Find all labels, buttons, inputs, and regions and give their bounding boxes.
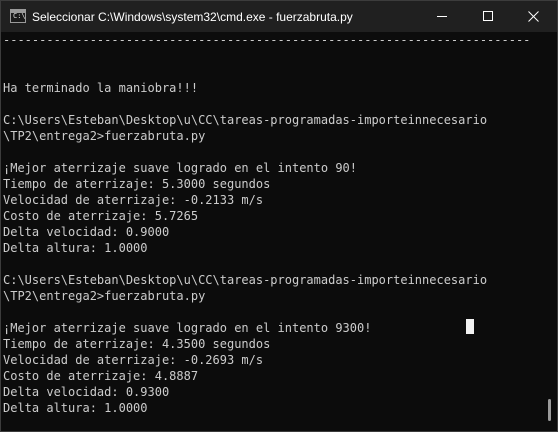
title-bar[interactable]: C:\ Seleccionar C:\Windows\system32\cmd.… (1, 1, 557, 32)
minimize-button[interactable] (419, 1, 465, 32)
console-line: Costo de aterrizaje: 4.8887 (3, 369, 199, 383)
cmd-icon-prompt: C:\ (13, 12, 26, 20)
text-cursor (466, 319, 474, 334)
console-line: ¡Mejor aterrizaje suave logrado en el in… (3, 161, 358, 175)
console-line: C:\Users\Esteban\Desktop\u\CC\tareas-pro… (3, 113, 488, 127)
console-line: Delta altura: 1.0000 (3, 241, 148, 255)
console-line: \TP2\entrega2>fuerzabruta.py (3, 129, 206, 143)
console-line: Tiempo de aterrizaje: 4.3500 segundos (3, 337, 271, 351)
console-line: Delta altura: 1.0000 (3, 401, 148, 415)
console-line: ----------------------------------------… (3, 33, 531, 47)
scrollbar-thumb[interactable] (548, 399, 551, 421)
console-line: Ha terminado la maniobra!!! (3, 81, 199, 95)
console-line: Velocidad de aterrizaje: -0.2693 m/s (3, 353, 264, 367)
console-line: C:\Users\Esteban\Desktop\u\CC\tareas-pro… (3, 273, 488, 287)
close-icon (528, 11, 539, 22)
console-line: Delta velocidad: 0.9300 (3, 385, 170, 399)
console-output[interactable]: ----------------------------------------… (3, 32, 533, 424)
console-line: Tiempo de aterrizaje: 5.3000 segundos (3, 177, 271, 191)
cmd-window: C:\ Seleccionar C:\Windows\system32\cmd.… (0, 0, 558, 432)
console-line: ¡Mejor aterrizaje suave logrado en el in… (3, 321, 372, 335)
console-line: Velocidad de aterrizaje: -0.2133 m/s (3, 193, 264, 207)
console-line: Costo de aterrizaje: 5.7265 (3, 209, 199, 223)
cmd-icon: C:\ (10, 9, 26, 23)
minimize-icon (437, 16, 447, 17)
console-line: \TP2\entrega2>fuerzabruta.py (3, 289, 206, 303)
close-button[interactable] (511, 1, 557, 32)
maximize-icon (483, 11, 493, 21)
maximize-button[interactable] (465, 1, 511, 32)
console-line: Delta velocidad: 0.9000 (3, 225, 170, 239)
window-title: Seleccionar C:\Windows\system32\cmd.exe … (32, 10, 353, 24)
